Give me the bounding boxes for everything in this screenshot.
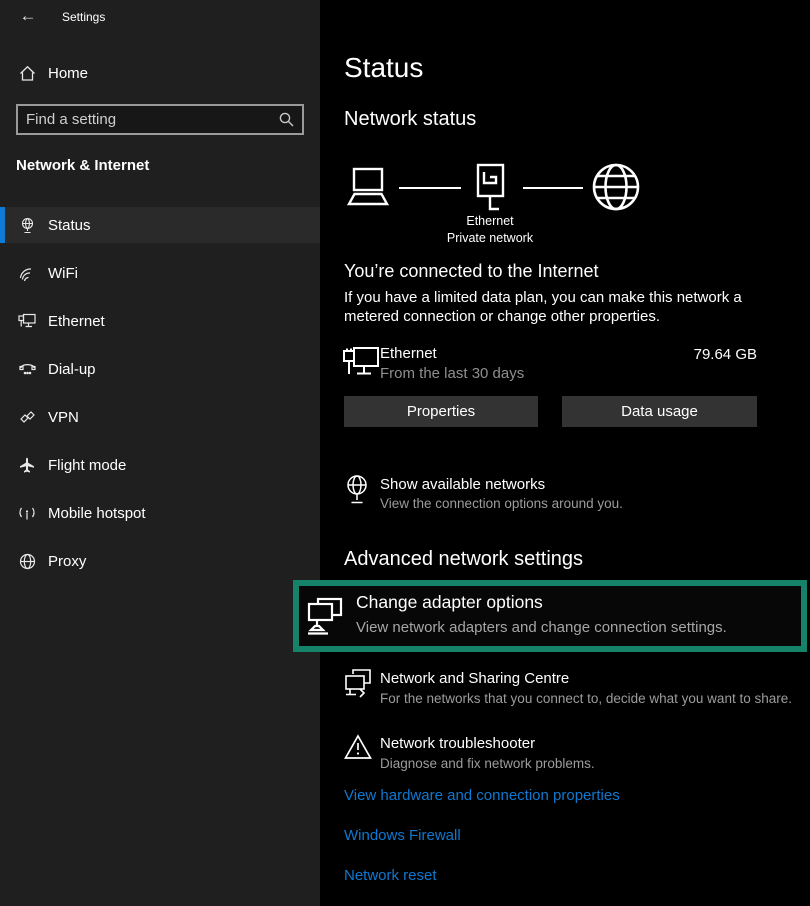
link-view-hardware-properties[interactable]: View hardware and connection properties xyxy=(344,787,620,804)
search-input[interactable] xyxy=(26,111,279,128)
usage-amount: 79.64 GB xyxy=(600,346,757,363)
usage-period: From the last 30 days xyxy=(380,365,524,382)
search-box[interactable] xyxy=(16,104,304,135)
sidebar: ← Settings Home Network & Internet xyxy=(0,0,320,906)
sidebar-item-status[interactable]: Status xyxy=(0,207,320,243)
sharing-centre-title[interactable]: Network and Sharing Centre xyxy=(380,670,569,687)
sidebar-item-proxy[interactable]: Proxy xyxy=(0,543,320,579)
data-usage-button[interactable]: Data usage xyxy=(562,396,757,427)
vpn-icon xyxy=(18,408,36,426)
network-status-heading: Network status xyxy=(344,108,476,131)
sidebar-item-label: Home xyxy=(48,65,88,82)
sidebar-item-wifi[interactable]: WiFi xyxy=(0,255,320,291)
hotspot-icon xyxy=(18,504,36,522)
sidebar-item-vpn[interactable]: VPN xyxy=(0,399,320,435)
sidebar-item-label: Flight mode xyxy=(48,457,126,474)
diagram-network-type: Private network xyxy=(420,231,560,245)
advanced-settings-heading: Advanced network settings xyxy=(344,548,583,571)
laptop-icon xyxy=(342,166,394,208)
search-icon[interactable] xyxy=(279,112,294,127)
internet-globe-icon xyxy=(591,162,641,212)
ethernet-plug-icon xyxy=(466,163,514,217)
globe-icon xyxy=(18,552,36,570)
sidebar-item-dialup[interactable]: Dial-up xyxy=(0,351,320,387)
connected-heading: You’re connected to the Internet xyxy=(344,261,599,282)
troubleshooter-title[interactable]: Network troubleshooter xyxy=(380,735,535,752)
change-adapter-options-title[interactable]: Change adapter options xyxy=(356,592,543,613)
sidebar-item-flight-mode[interactable]: Flight mode xyxy=(0,447,320,483)
sidebar-item-label: Dial-up xyxy=(48,361,96,378)
properties-button[interactable]: Properties xyxy=(344,396,538,427)
airplane-icon xyxy=(18,456,36,474)
diagram-connection-name: Ethernet xyxy=(420,214,560,228)
sidebar-item-label: Status xyxy=(48,217,91,234)
show-networks-description: View the connection options around you. xyxy=(380,496,623,511)
sidebar-item-home[interactable]: Home xyxy=(0,55,320,91)
sharing-centre-icon xyxy=(344,668,372,698)
ethernet-adapter-icon xyxy=(342,344,380,380)
home-icon xyxy=(18,64,36,82)
sidebar-item-mobile-hotspot[interactable]: Mobile hotspot xyxy=(0,495,320,531)
change-adapter-options-description: View network adapters and change connect… xyxy=(356,619,727,636)
diagram-connector xyxy=(523,187,583,189)
connected-description: If you have a limited data plan, you can… xyxy=(344,288,776,326)
sidebar-item-ethernet[interactable]: Ethernet xyxy=(0,303,320,339)
network-status-icon xyxy=(18,216,36,234)
sidebar-item-label: Ethernet xyxy=(48,313,105,330)
sharing-centre-description: For the networks that you connect to, de… xyxy=(380,691,792,706)
dialup-phone-icon xyxy=(18,360,36,378)
app-title: Settings xyxy=(62,10,105,24)
warning-triangle-icon xyxy=(344,734,372,760)
sidebar-item-label: Proxy xyxy=(48,553,86,570)
sidebar-section-title: Network & Internet xyxy=(16,157,149,174)
link-network-reset[interactable]: Network reset xyxy=(344,867,437,884)
ethernet-icon xyxy=(18,312,36,330)
page-title: Status xyxy=(344,52,423,84)
settings-window: ← Settings Home Network & Internet xyxy=(0,0,810,906)
sidebar-item-label: VPN xyxy=(48,409,79,426)
show-networks-title[interactable]: Show available networks xyxy=(380,476,545,493)
highlight-change-adapter-options[interactable]: Change adapter options View network adap… xyxy=(293,580,807,652)
sidebar-item-label: WiFi xyxy=(48,265,78,282)
usage-connection-name: Ethernet xyxy=(380,345,437,362)
sidebar-item-label: Mobile hotspot xyxy=(48,505,146,522)
available-networks-icon xyxy=(344,474,370,505)
back-button[interactable]: ← xyxy=(16,4,40,28)
diagram-connector xyxy=(399,187,461,189)
main-content: Status Network status Ethernet Private n… xyxy=(320,0,810,906)
link-windows-firewall[interactable]: Windows Firewall xyxy=(344,827,461,844)
wifi-icon xyxy=(18,264,36,282)
adapter-options-icon xyxy=(306,597,344,637)
troubleshooter-description: Diagnose and fix network problems. xyxy=(380,756,595,771)
